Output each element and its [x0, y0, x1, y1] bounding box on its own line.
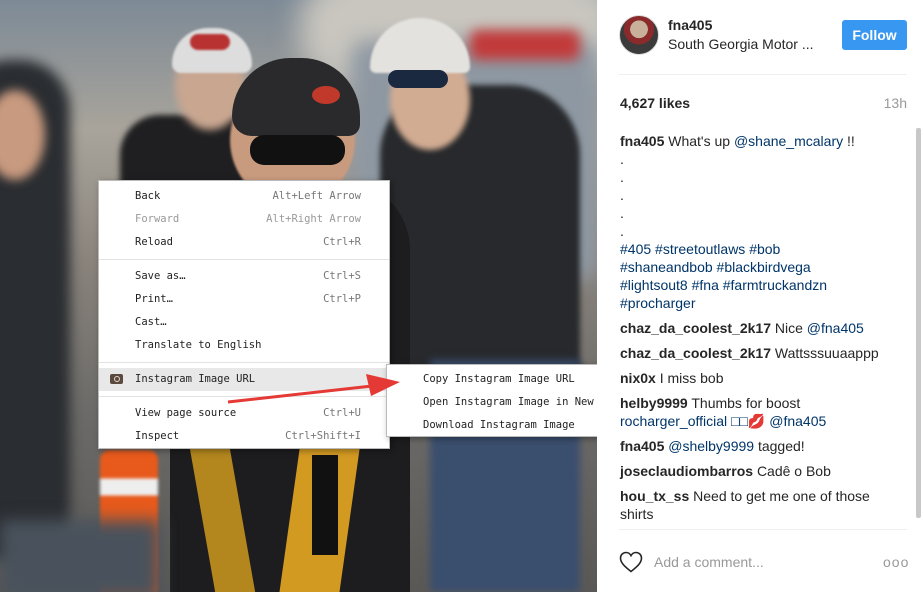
caption-hashtags[interactable]: #procharger: [620, 294, 906, 312]
comments-scrollbar[interactable]: [916, 128, 921, 518]
comment-mention[interactable]: rocharger_official □□💋 @fna405: [620, 413, 826, 429]
comments-list: fna405 What's up @shane_mcalary !! . . .…: [620, 132, 906, 530]
photo-person-right-sunglasses: [388, 70, 448, 88]
caption-dot: .: [620, 151, 624, 167]
more-options-icon[interactable]: ooo: [883, 554, 909, 570]
comment-username[interactable]: helby9999: [620, 395, 688, 411]
follow-button[interactable]: Follow: [842, 20, 907, 50]
post-sidebar: fna405 South Georgia Motor ... Follow 4,…: [597, 0, 921, 592]
menu-separator: [99, 362, 389, 363]
likes-count[interactable]: 4,627 likes: [620, 95, 690, 111]
post-header: fna405 South Georgia Motor ... Follow: [597, 0, 921, 75]
context-menu: Back Alt+Left Arrow Forward Alt+Right Ar…: [98, 180, 390, 449]
comment: helby9999 Thumbs for boost rocharger_off…: [620, 394, 906, 430]
menu-item-inspect[interactable]: Inspect Ctrl+Shift+I: [99, 425, 389, 448]
post-username[interactable]: fna405: [668, 17, 712, 33]
footer-divider: [619, 529, 907, 530]
menu-item-shortcut: Alt+Left Arrow: [272, 190, 361, 202]
menu-item-view-source[interactable]: View page source Ctrl+U: [99, 402, 389, 425]
comment-username[interactable]: hou_tx_ss: [620, 488, 689, 504]
menu-item-shortcut: Ctrl+Shift+I: [285, 430, 361, 442]
instagram-extension-icon: [110, 374, 123, 384]
comment-mention[interactable]: @fna405: [807, 320, 864, 336]
menu-item-print[interactable]: Print… Ctrl+P: [99, 288, 389, 311]
menu-item-save-as[interactable]: Save as… Ctrl+S: [99, 265, 389, 288]
comment-text: Nice: [774, 320, 803, 336]
comment: chaz_da_coolest_2k17 Wattsssuuaappp: [620, 344, 906, 362]
caption-dot: .: [620, 205, 624, 221]
photo-ground: [0, 520, 160, 592]
menu-item-shortcut: Alt+Right Arrow: [266, 213, 361, 225]
post-location[interactable]: South Georgia Motor ...: [668, 36, 814, 52]
caption-hashtags[interactable]: #405 #streetoutlaws #bob: [620, 240, 906, 258]
caption: fna405 What's up @shane_mcalary !! . . .…: [620, 132, 906, 312]
comment-text: tagged!: [757, 438, 805, 454]
caption-text: What's up: [668, 133, 731, 149]
menu-item-shortcut: Ctrl+S: [323, 270, 361, 282]
comment-username[interactable]: nix0x: [620, 370, 656, 386]
comment-username[interactable]: fna405: [620, 133, 664, 149]
menu-item-label: Inspect: [135, 430, 180, 442]
caption-suffix: !!: [847, 133, 855, 149]
comment-username[interactable]: chaz_da_coolest_2k17: [620, 320, 771, 336]
menu-item-instagram-image-url[interactable]: Instagram Image URL: [99, 368, 389, 391]
comment: hou_tx_ss Need to get me one of those sh…: [620, 487, 906, 523]
menu-item-label: Instagram Image URL: [135, 373, 256, 385]
menu-item-reload[interactable]: Reload Ctrl+R: [99, 231, 389, 254]
comment-username[interactable]: chaz_da_coolest_2k17: [620, 345, 771, 361]
menu-item-label: Cast…: [135, 316, 167, 328]
photo-person-center-sunglasses: [250, 135, 345, 165]
menu-item-back[interactable]: Back Alt+Left Arrow: [99, 185, 389, 208]
comment-username[interactable]: fna405: [620, 438, 664, 454]
menu-item-label: View page source: [135, 407, 237, 419]
caption-hashtags[interactable]: #lightsout8 #fna #farmtruckandzn: [620, 276, 906, 294]
photo-red-vehicle: [470, 30, 580, 60]
comment-text: Wattsssuuaappp: [774, 345, 879, 361]
caption-dot: .: [620, 169, 624, 185]
header-divider: [619, 74, 907, 75]
menu-item-shortcut: Ctrl+P: [323, 293, 361, 305]
comment: chaz_da_coolest_2k17 Nice @fna405: [620, 319, 906, 337]
menu-item-label: Save as…: [135, 270, 186, 282]
menu-separator: [99, 259, 389, 260]
menu-item-translate[interactable]: Translate to English: [99, 334, 389, 357]
comment: fna405 @shelby9999 tagged!: [620, 437, 906, 455]
comment-text: I miss bob: [659, 370, 724, 386]
menu-item-shortcut: Ctrl+R: [323, 236, 361, 248]
menu-item-label: Back: [135, 190, 161, 202]
comment: joseclaudiombarros Cadê o Bob: [620, 462, 906, 480]
menu-separator: [99, 396, 389, 397]
photo-person-left-cap: [172, 28, 252, 73]
comment-text: Cadê o Bob: [756, 463, 831, 479]
add-comment-input[interactable]: Add a comment...: [654, 554, 764, 570]
menu-item-shortcut: Ctrl+U: [323, 407, 361, 419]
post-time[interactable]: 13h: [884, 95, 907, 111]
menu-item-label: Print…: [135, 293, 173, 305]
menu-item-label: Translate to English: [135, 339, 262, 351]
comment-username[interactable]: joseclaudiombarros: [620, 463, 753, 479]
menu-item-forward[interactable]: Forward Alt+Right Arrow: [99, 208, 389, 231]
submenu-arrow-icon: [374, 376, 379, 384]
caption-dot: .: [620, 223, 624, 239]
caption-hashtags[interactable]: #shaneandbob #blackbirdvega: [620, 258, 906, 276]
comment-mention[interactable]: @shelby9999: [668, 438, 754, 454]
comment-text: Thumbs for boost: [691, 395, 801, 411]
heart-icon[interactable]: [619, 551, 643, 573]
caption-dot: .: [620, 187, 624, 203]
avatar[interactable]: [619, 15, 659, 55]
photo-shirt-logo: [312, 455, 338, 555]
caption-mention[interactable]: @shane_mcalary: [734, 133, 843, 149]
menu-item-cast[interactable]: Cast…: [99, 311, 389, 334]
menu-item-label: Reload: [135, 236, 173, 248]
menu-item-label: Forward: [135, 213, 180, 225]
comment: nix0x I miss bob: [620, 369, 906, 387]
